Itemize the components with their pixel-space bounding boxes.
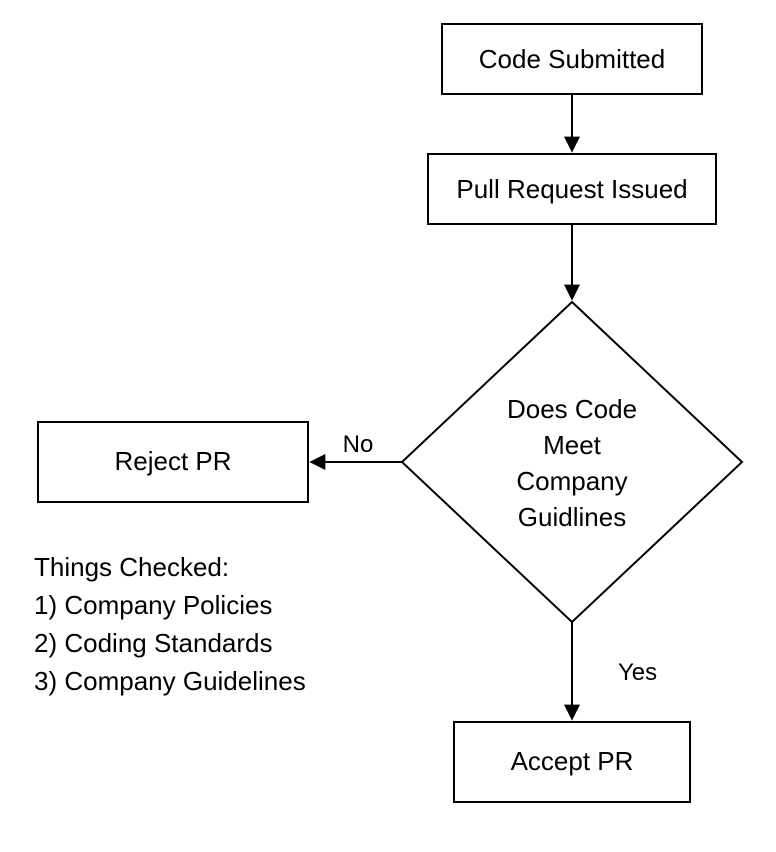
notes-heading: Things Checked: — [34, 552, 229, 582]
edge-yes-label: Yes — [618, 659, 657, 686]
node-accept-pr-label: Accept PR — [511, 746, 634, 776]
node-reject-pr-label: Reject PR — [114, 446, 231, 476]
node-code-submitted-label: Code Submitted — [479, 44, 665, 74]
node-decision-label-1: Does Code — [507, 394, 637, 424]
node-decision-label-3: Company — [516, 466, 627, 496]
node-decision — [402, 302, 742, 622]
notes-item-2: 2) Coding Standards — [34, 628, 272, 658]
node-decision-label-4: Guidlines — [518, 502, 626, 532]
edge-no-label: No — [343, 431, 374, 458]
node-pull-request-issued-label: Pull Request Issued — [456, 174, 687, 204]
notes-item-1: 1) Company Policies — [34, 590, 272, 620]
node-decision-label-2: Meet — [543, 430, 602, 460]
notes-item-3: 3) Company Guidelines — [34, 666, 306, 696]
flowchart: Code Submitted Pull Request Issued Does … — [0, 0, 776, 852]
